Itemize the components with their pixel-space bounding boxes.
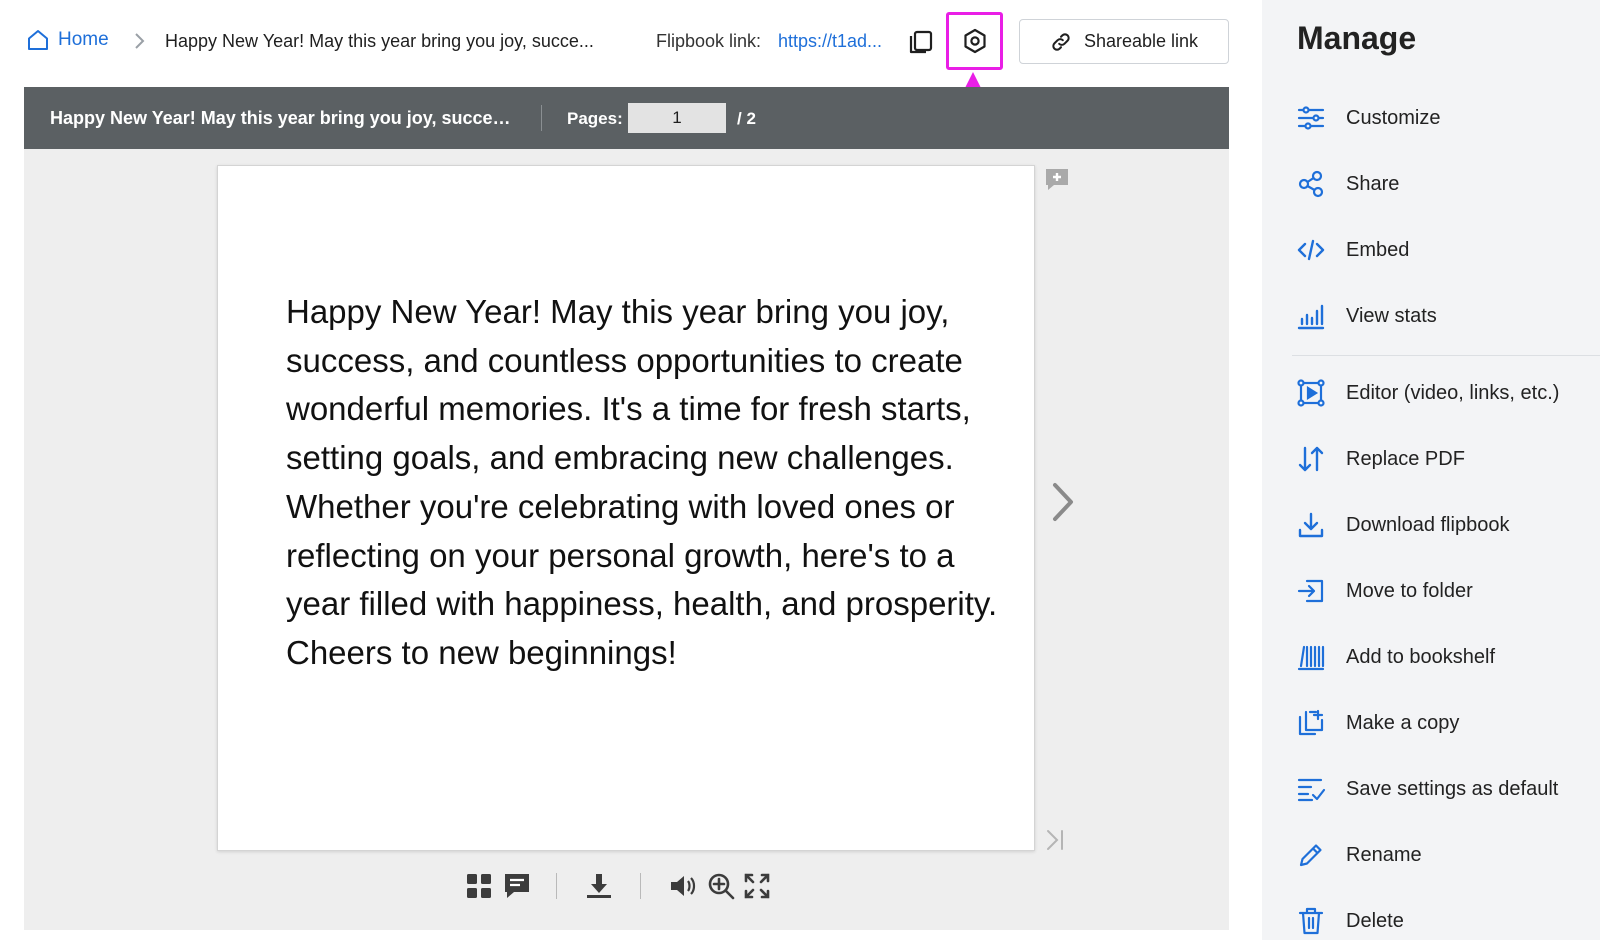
flipbook-link-url[interactable]: https://t1ad...	[778, 31, 896, 52]
sidebar-item-delete[interactable]: Delete	[1296, 903, 1596, 939]
flipbook-page[interactable]: Happy New Year! May this year bring you …	[217, 165, 1035, 851]
copy-link-icon[interactable]	[906, 27, 936, 57]
sidebar-item-label: Save settings as default	[1346, 777, 1559, 800]
sliders-icon	[1297, 106, 1325, 130]
total-pages: / 2	[737, 109, 756, 128]
sidebar-item-label: Delete	[1346, 909, 1404, 932]
sidebar-divider	[1292, 355, 1600, 356]
sidebar-item-customize[interactable]: Customize	[1296, 100, 1596, 136]
breadcrumb-home-link[interactable]: Home	[26, 28, 109, 52]
home-icon	[28, 30, 48, 50]
sidebar-item-download-flipbook[interactable]: Download flipbook	[1296, 507, 1596, 543]
page-text: Happy New Year! May this year bring you …	[286, 293, 998, 671]
sidebar-item-add-to-bookshelf[interactable]: Add to bookshelf	[1296, 639, 1596, 675]
flipbook-link-label: Flipbook link:	[656, 31, 762, 51]
sidebar-item-label: Add to bookshelf	[1346, 645, 1495, 668]
sidebar-item-label: Replace PDF	[1346, 447, 1465, 470]
viewer-toolbar	[464, 865, 804, 907]
home-label: Home	[58, 29, 109, 50]
sidebar-item-view-stats[interactable]: View stats	[1296, 298, 1596, 334]
sidebar-item-rename[interactable]: Rename	[1296, 837, 1596, 873]
share-icon	[1298, 170, 1324, 198]
sidebar-item-label: View stats	[1346, 304, 1437, 327]
swap-icon	[1298, 446, 1324, 472]
sidebar-item-move-to-folder[interactable]: Move to folder	[1296, 573, 1596, 609]
sidebar-item-label: Share	[1346, 172, 1400, 195]
sidebar-item-label: Download flipbook	[1346, 513, 1510, 536]
next-page-arrow-icon[interactable]	[1046, 479, 1078, 525]
sidebar-item-label: Make a copy	[1346, 711, 1460, 734]
viewer-header: Happy New Year! May this year bring you …	[24, 87, 1229, 149]
add-note-icon[interactable]	[1044, 167, 1070, 193]
stats-icon	[1297, 304, 1325, 330]
link-icon	[1052, 32, 1070, 51]
viewer-title: Happy New Year! May this year bring you …	[50, 108, 520, 128]
page-number-input[interactable]	[628, 103, 726, 133]
shareable-link-button[interactable]: Shareable link	[1019, 19, 1229, 64]
download-icon	[1298, 512, 1324, 538]
chevron-right-icon	[135, 33, 145, 49]
toolbar-divider	[556, 873, 557, 899]
copy-icon	[1298, 709, 1324, 736]
sidebar-item-label: Rename	[1346, 843, 1422, 866]
last-page-icon[interactable]	[1042, 827, 1068, 853]
toolbar-divider	[640, 873, 641, 899]
sidebar-item-save-settings-default[interactable]: Save settings as default	[1296, 771, 1596, 807]
hexagon-settings-icon	[963, 28, 986, 54]
sidebar-item-label: Customize	[1346, 106, 1441, 129]
fullscreen-icon[interactable]	[742, 871, 772, 901]
sidebar-item-editor[interactable]: Editor (video, links, etc.)	[1296, 375, 1596, 411]
editor-icon	[1297, 379, 1325, 407]
sound-icon[interactable]	[668, 871, 698, 901]
sidebar-item-replace-pdf[interactable]: Replace PDF	[1296, 441, 1596, 477]
breadcrumb-current: Happy New Year! May this year bring you …	[165, 31, 594, 51]
sidebar-item-share[interactable]: Share	[1296, 166, 1596, 202]
download-icon[interactable]	[584, 871, 614, 901]
sidebar-item-label: Editor (video, links, etc.)	[1346, 381, 1560, 404]
bookshelf-icon	[1297, 645, 1325, 671]
sidebar-item-label: Move to folder	[1346, 579, 1473, 602]
comments-icon[interactable]	[502, 871, 532, 901]
sidebar-item-label: Embed	[1346, 238, 1410, 261]
move-icon	[1297, 579, 1324, 603]
pages-label: Pages:	[567, 109, 623, 128]
shareable-link-label: Shareable link	[1083, 31, 1199, 51]
sidebar-item-make-a-copy[interactable]: Make a copy	[1296, 705, 1596, 741]
zoom-in-icon[interactable]	[706, 871, 736, 901]
checklist-icon	[1297, 778, 1326, 802]
pencil-icon	[1299, 844, 1322, 867]
code-icon	[1297, 239, 1325, 261]
sidebar-title: Manage	[1297, 20, 1417, 56]
thumbnails-icon[interactable]	[464, 871, 494, 901]
settings-button[interactable]	[946, 12, 1003, 70]
trash-icon	[1298, 907, 1324, 935]
manage-sidebar: Manage Customize Share Embed View stats …	[1262, 0, 1600, 940]
top-bar: Home Happy New Year! May this year bring…	[0, 0, 1262, 84]
sidebar-item-embed[interactable]: Embed	[1296, 232, 1596, 268]
flipbook-viewer: Happy New Year! May this year bring you …	[24, 87, 1229, 930]
viewer-header-divider	[541, 105, 542, 131]
